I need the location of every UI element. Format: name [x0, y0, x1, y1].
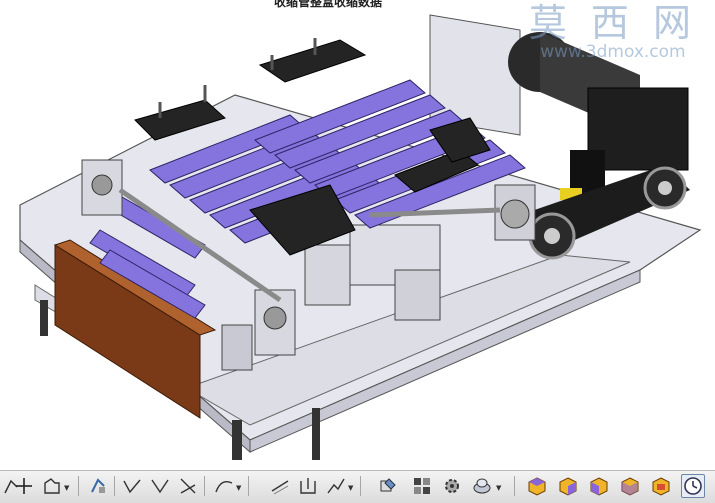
3d-viewport[interactable] — [0, 0, 715, 470]
view-top-icon[interactable] — [556, 474, 580, 498]
chevron-down-icon[interactable]: ▼ — [496, 484, 503, 492]
curve-icon[interactable] — [212, 474, 236, 498]
3d-model-render — [19, 14, 702, 460]
watermark-brand: 莫 西 网 — [528, 1, 697, 45]
toolbar-separator — [360, 476, 361, 496]
sketch-toolbar: ▼ ▼ ▼ ▼ — [0, 470, 715, 503]
toolbar-separator — [204, 476, 205, 496]
line-v-icon[interactable] — [120, 474, 144, 498]
watermark-url: www.3dmox.com — [540, 42, 686, 62]
view-iso-icon[interactable] — [618, 474, 642, 498]
chevron-down-icon[interactable]: ▼ — [64, 484, 71, 492]
line-cross-icon[interactable] — [176, 474, 200, 498]
edit-icon[interactable] — [376, 474, 400, 498]
view-cube-icon[interactable] — [649, 474, 673, 498]
dim-icon[interactable] — [324, 474, 348, 498]
clock-icon[interactable] — [681, 474, 705, 498]
polygon-icon[interactable] — [40, 474, 64, 498]
chevron-down-icon[interactable]: ▼ — [236, 484, 243, 492]
gear-icon[interactable] — [440, 474, 464, 498]
toolbar-separator — [248, 476, 249, 496]
line-offset-icon[interactable] — [268, 474, 292, 498]
trim-icon[interactable] — [86, 474, 110, 498]
window-title: 收缩管整盒收缩数据 — [274, 0, 383, 8]
toolbar-separator — [78, 476, 79, 496]
toolbar-separator — [514, 476, 515, 496]
chevron-down-icon[interactable]: ▼ — [348, 484, 355, 492]
grid-icon[interactable] — [410, 474, 434, 498]
shape-icon[interactable] — [470, 474, 494, 498]
line-v2-icon[interactable] — [148, 474, 172, 498]
view-front-icon[interactable] — [525, 474, 549, 498]
view-right-icon[interactable] — [587, 474, 611, 498]
window-title-bar: 收缩管整盒收缩数据 — [270, 0, 400, 8]
toolbar-separator — [114, 476, 115, 496]
bracket-icon[interactable] — [296, 474, 320, 498]
plus-icon[interactable] — [12, 474, 36, 498]
watermark: 莫 西 网 www.3dmox.com — [529, 2, 697, 62]
